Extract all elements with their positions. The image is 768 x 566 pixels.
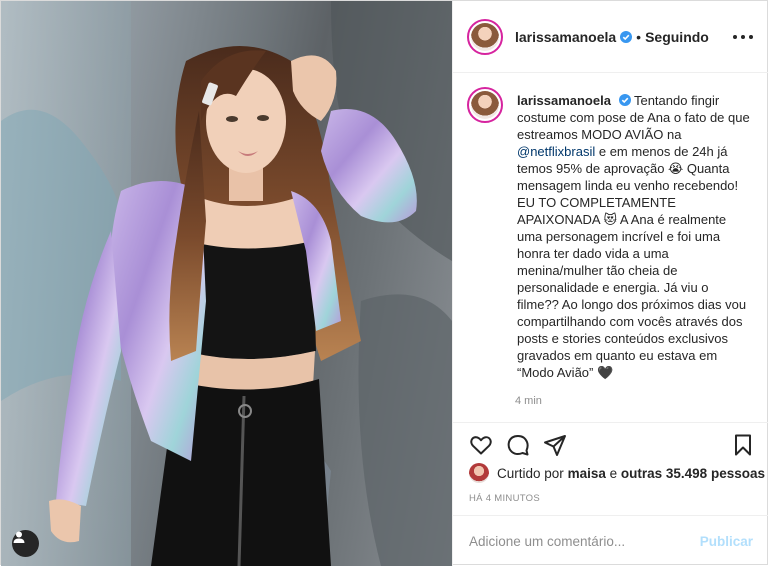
verified-badge-icon: [618, 94, 631, 106]
caption-username[interactable]: larissamanoela: [517, 93, 611, 108]
caption-area: larissamanoela Tentando fingir costume c…: [453, 73, 768, 421]
tagged-user-icon[interactable]: [12, 530, 39, 557]
likes-prefix: Curtido por: [497, 465, 564, 481]
likes-count-link[interactable]: outras 35.498 pessoas: [621, 466, 765, 481]
instagram-post: larissamanoela • Seguindo larissamanoela…: [0, 0, 768, 566]
verified-badge-icon: [620, 30, 633, 43]
comment-icon[interactable]: [506, 433, 530, 457]
caption-mention-link[interactable]: @netflixbrasil: [517, 144, 595, 159]
post-sidebar: larissamanoela • Seguindo larissamanoela…: [452, 1, 768, 566]
caption-text: larissamanoela Tentando fingir costume c…: [517, 92, 753, 421]
likes-conjunction: e: [609, 465, 618, 481]
author-username[interactable]: larissamanoela: [515, 29, 616, 45]
posted-time[interactable]: HÁ 4 MINUTOS: [469, 493, 540, 504]
likes-summary: Curtido por maisa e outras 35.498 pessoa…: [469, 463, 765, 483]
photo-illustration: [1, 1, 452, 566]
comment-box: Publicar: [453, 515, 768, 566]
following-button[interactable]: Seguindo: [645, 29, 709, 45]
post-header: larissamanoela • Seguindo: [453, 1, 768, 73]
share-icon[interactable]: [543, 433, 567, 457]
post-photo[interactable]: [1, 1, 452, 566]
author-avatar[interactable]: [467, 18, 503, 55]
liker-avatar[interactable]: [469, 463, 489, 483]
person-icon: [13, 531, 25, 543]
publish-button[interactable]: Publicar: [700, 534, 753, 549]
caption-body-end: e em menos de 24h já temos 95% de aprova…: [517, 144, 747, 380]
bookmark-icon[interactable]: [731, 433, 755, 457]
heart-icon[interactable]: [469, 433, 493, 457]
action-bar: [453, 422, 768, 462]
caption-avatar[interactable]: [467, 87, 503, 123]
comment-input[interactable]: [469, 533, 700, 549]
caption-timestamp[interactable]: 4 min: [515, 395, 542, 407]
more-options-icon[interactable]: [733, 27, 753, 47]
liker-username[interactable]: maisa: [568, 466, 606, 481]
separator-dot: •: [636, 28, 642, 45]
